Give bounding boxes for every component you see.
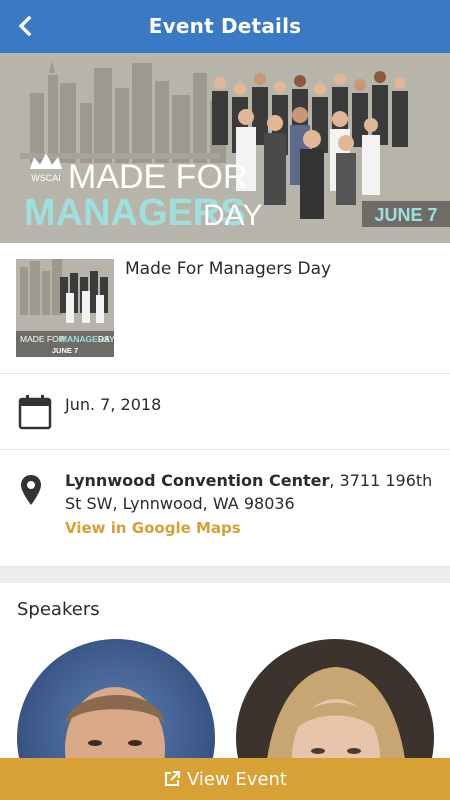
speakers-heading: Speakers xyxy=(17,599,100,620)
svg-text:JUNE 7: JUNE 7 xyxy=(52,346,78,355)
event-banner: WSCAI MADE FOR MANAGERS DAY JUNE 7 xyxy=(0,53,450,243)
app-header: Event Details xyxy=(0,0,450,53)
event-thumbnail: MADE FOR MANAGERS DAY JUNE 7 xyxy=(16,259,114,357)
banner-date-tag: JUNE 7 xyxy=(374,205,437,225)
svg-text:DAY: DAY xyxy=(98,334,114,344)
section-divider xyxy=(0,567,450,583)
banner-line2-rest: DAY xyxy=(203,199,262,232)
event-name: Made For Managers Day xyxy=(125,259,332,279)
external-link-icon xyxy=(163,770,181,788)
calendar-icon xyxy=(18,394,52,430)
view-event-label: View Event xyxy=(186,768,287,790)
svg-text:WSCAI: WSCAI xyxy=(31,173,61,183)
banner-line1: MADE FOR xyxy=(68,158,247,196)
map-pin-icon xyxy=(20,474,42,506)
view-event-button[interactable]: View Event xyxy=(0,758,450,800)
event-location: Lynnwood Convention Center, 3711 196th S… xyxy=(65,469,437,515)
event-date: Jun. 7, 2018 xyxy=(65,395,162,414)
svg-text:MADE FOR: MADE FOR xyxy=(20,334,65,344)
location-name: Lynnwood Convention Center xyxy=(65,471,330,490)
google-maps-link[interactable]: View in Google Maps xyxy=(65,519,241,537)
page-title: Event Details xyxy=(148,14,302,38)
